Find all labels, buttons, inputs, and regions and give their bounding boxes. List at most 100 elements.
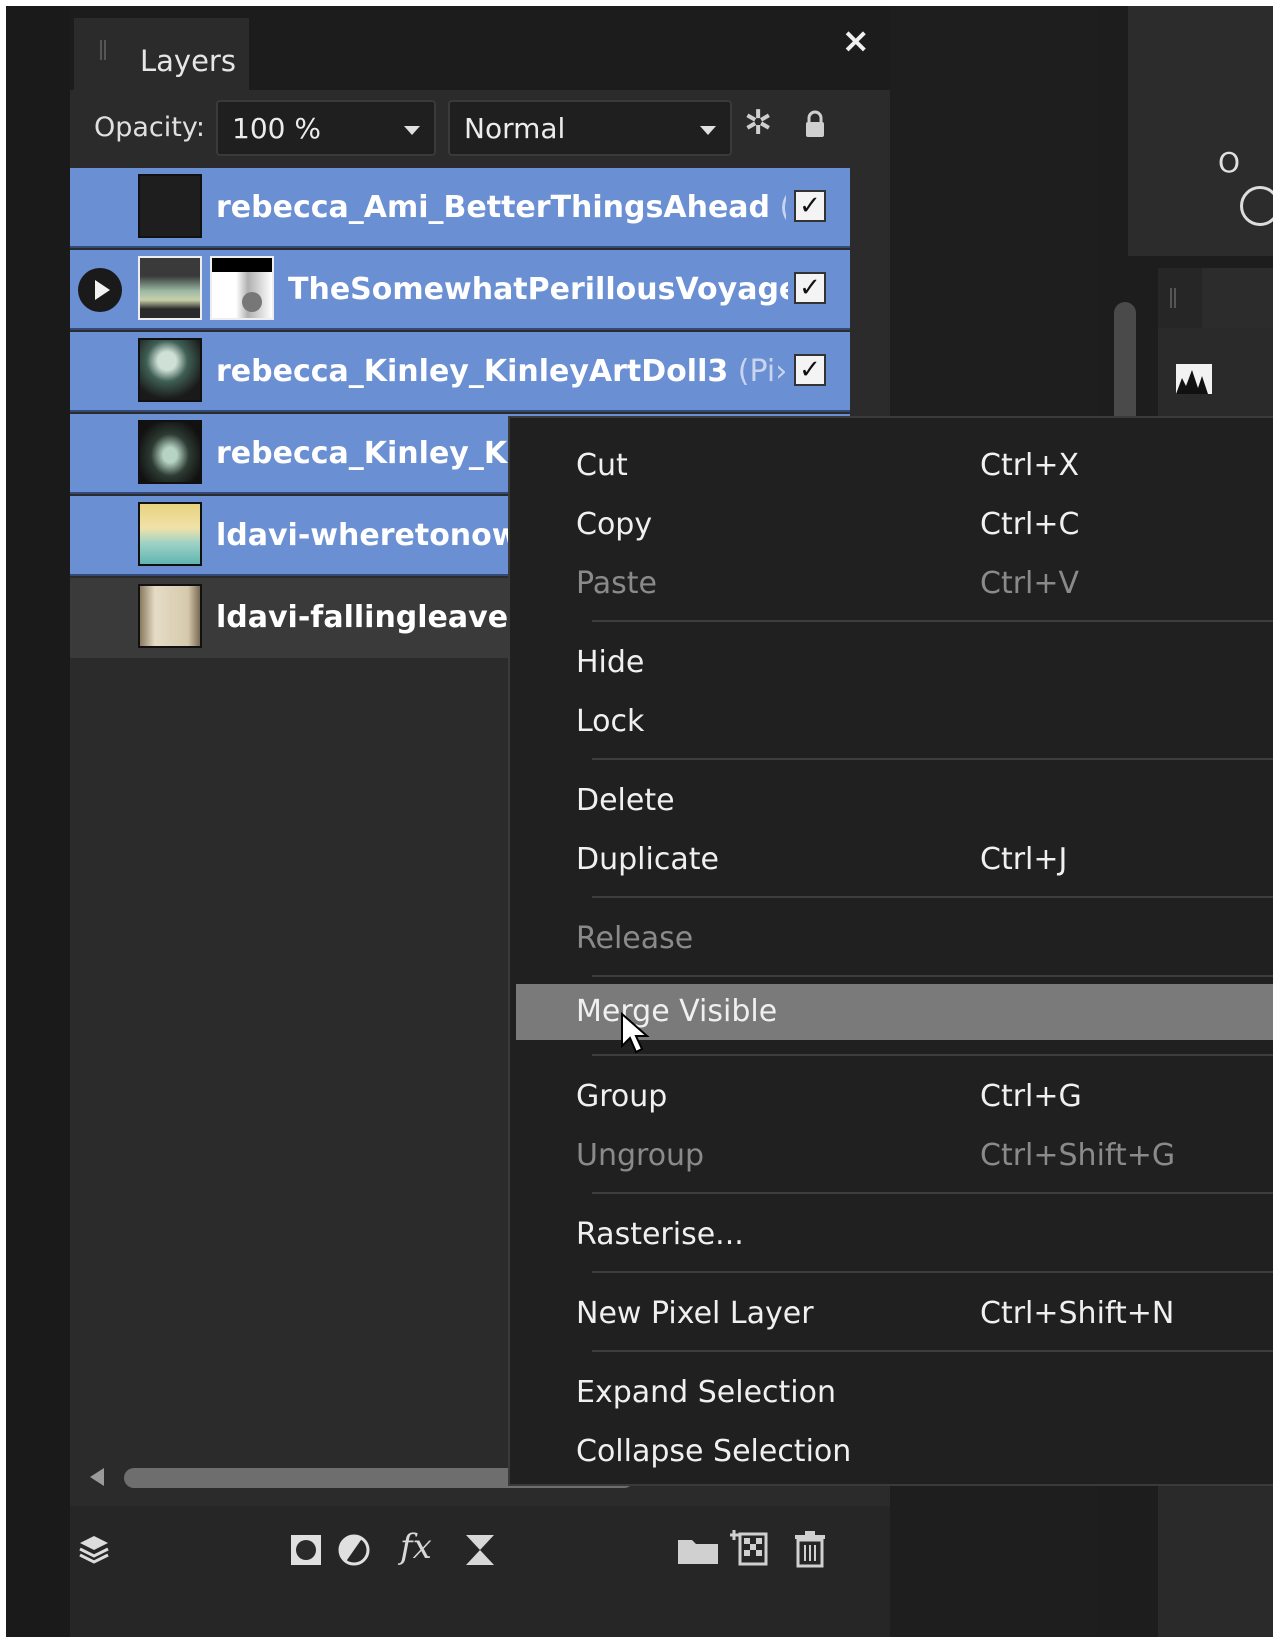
menu-separator bbox=[592, 758, 1273, 760]
visibility-checkbox[interactable]: ✓ bbox=[794, 272, 826, 304]
layer-thumbnail bbox=[138, 502, 202, 566]
menu-item-label: Hide bbox=[576, 645, 645, 680]
menu-item-shortcut: Ctrl+J bbox=[980, 842, 1068, 877]
menu-item-shortcut: Ctrl+V bbox=[980, 566, 1080, 601]
menu-item-expand-selection[interactable]: Expand Selection bbox=[510, 1365, 1273, 1421]
menu-separator bbox=[592, 620, 1273, 622]
menu-item-lock[interactable]: Lock bbox=[510, 694, 1273, 750]
layer-row[interactable]: rebecca_Ami_BetterThingsAhead ( ✓ bbox=[70, 168, 850, 248]
menu-item-shortcut: Ctrl+C bbox=[980, 507, 1080, 542]
menu-item-label: Collapse Selection bbox=[576, 1434, 852, 1469]
context-menu: Cut Ctrl+X Copy Ctrl+C Paste Ctrl+V Hide… bbox=[508, 416, 1273, 1486]
right-panel-label: O bbox=[1218, 146, 1241, 179]
mouse-cursor-icon bbox=[621, 1012, 650, 1054]
menu-item-hide[interactable]: Hide bbox=[510, 635, 1273, 691]
menu-item-delete[interactable]: Delete bbox=[510, 773, 1273, 829]
mask-band bbox=[212, 258, 272, 272]
menu-item-label: Ungroup bbox=[576, 1138, 705, 1173]
menu-item-label: Paste bbox=[576, 566, 657, 601]
opacity-value: 100 % bbox=[232, 112, 321, 145]
blend-mode-value: Normal bbox=[464, 112, 566, 145]
layers-toolbar: fx bbox=[70, 1506, 890, 1637]
layer-row[interactable]: TheSomewhatPerillousVoyagе ✓ bbox=[70, 250, 850, 330]
layer-name: ldavi-wheretonow bbox=[216, 518, 516, 553]
mask-icon[interactable] bbox=[288, 1532, 324, 1568]
left-gutter bbox=[6, 6, 70, 1637]
folder-icon[interactable] bbox=[676, 1532, 720, 1568]
menu-item-rasterise[interactable]: Rasterise... bbox=[510, 1207, 1273, 1263]
adjustment-icon[interactable] bbox=[336, 1532, 372, 1568]
menu-item-shortcut: Ctrl+X bbox=[980, 448, 1080, 483]
menu-separator bbox=[592, 896, 1273, 898]
layer-name: rebecca_Ami_BetterThingsAhead ( bbox=[216, 190, 786, 225]
menu-item-paste[interactable]: Paste Ctrl+V bbox=[510, 556, 1273, 612]
menu-item-label: Group bbox=[576, 1079, 668, 1114]
visibility-checkbox[interactable]: ✓ bbox=[794, 354, 826, 386]
right-top-panel: O bbox=[1128, 6, 1273, 256]
menu-item-label: Delete bbox=[576, 783, 675, 818]
menu-item-copy[interactable]: Copy Ctrl+C bbox=[510, 497, 1273, 553]
fx-icon[interactable]: fx bbox=[400, 1530, 432, 1564]
layer-name: TheSomewhatPerillousVoyagе bbox=[288, 272, 788, 307]
layer-thumbnail bbox=[138, 174, 202, 238]
layer-row[interactable]: rebecca_Kinley_KinleyArtDoll3 (Pi› ✓ bbox=[70, 332, 850, 412]
menu-item-duplicate[interactable]: Duplicate Ctrl+J bbox=[510, 832, 1273, 888]
layer-thumbnail bbox=[138, 420, 202, 484]
menu-item-cut[interactable]: Cut Ctrl+X bbox=[510, 438, 1273, 494]
histogram-icon bbox=[1176, 364, 1212, 394]
opacity-label: Opacity: bbox=[94, 112, 205, 143]
visibility-checkbox[interactable]: ✓ bbox=[794, 190, 826, 222]
trash-icon[interactable] bbox=[792, 1530, 828, 1568]
scroll-left-icon[interactable] bbox=[90, 1468, 104, 1486]
new-layer-icon[interactable] bbox=[730, 1528, 770, 1568]
lock-icon[interactable] bbox=[804, 110, 826, 138]
grip-icon[interactable] bbox=[1170, 288, 1176, 308]
mask-thumbnail bbox=[210, 256, 274, 320]
menu-item-shortcut: Ctrl+Shift+G bbox=[980, 1138, 1176, 1173]
close-icon[interactable]: × bbox=[842, 24, 871, 58]
layers-tab[interactable]: Layers bbox=[74, 18, 249, 90]
menu-separator bbox=[592, 975, 1273, 977]
layer-thumbnail bbox=[138, 584, 202, 648]
menu-item-shortcut: Ctrl+Shift+N bbox=[980, 1296, 1175, 1331]
layer-name: rebecca_Kinley_Ki bbox=[216, 436, 516, 471]
expand-arrow-icon[interactable] bbox=[78, 268, 122, 312]
layer-thumbnail bbox=[138, 256, 202, 320]
menu-item-label: Expand Selection bbox=[576, 1375, 836, 1410]
mask-spot bbox=[242, 292, 262, 312]
menu-item-label: Duplicate bbox=[576, 842, 719, 877]
app-window: Layers × Opacity: 100 % Normal ✲ rebecca… bbox=[6, 6, 1273, 1637]
menu-item-label: Cut bbox=[576, 448, 628, 483]
right-panel-tab-active[interactable] bbox=[1202, 268, 1273, 328]
menu-item-label: Lock bbox=[576, 704, 645, 739]
blend-mode-dropdown[interactable]: Normal bbox=[448, 100, 732, 156]
gear-icon[interactable]: ✲ bbox=[744, 106, 773, 140]
chevron-down-icon bbox=[404, 126, 420, 135]
menu-item-ungroup[interactable]: Ungroup Ctrl+Shift+G bbox=[510, 1128, 1273, 1184]
menu-item-label: Copy bbox=[576, 507, 653, 542]
menu-item-new-pixel-layer[interactable]: New Pixel Layer Ctrl+Shift+N bbox=[510, 1286, 1273, 1342]
menu-item-label: New Pixel Layer bbox=[576, 1296, 814, 1331]
menu-item-label: Release bbox=[576, 921, 694, 956]
menu-item-collapse-selection[interactable]: Collapse Selection bbox=[510, 1424, 1273, 1480]
grip-icon[interactable] bbox=[100, 40, 106, 60]
chevron-down-icon bbox=[700, 126, 716, 135]
hourglass-icon[interactable] bbox=[462, 1532, 498, 1568]
menu-separator bbox=[592, 1054, 1273, 1056]
menu-separator bbox=[592, 1271, 1273, 1273]
menu-separator bbox=[592, 1350, 1273, 1352]
layer-name: ldavi-fallingleaves bbox=[216, 600, 516, 635]
panel-title: Layers bbox=[140, 44, 236, 78]
radio-icon[interactable] bbox=[1240, 186, 1273, 226]
opacity-dropdown[interactable]: 100 % bbox=[216, 100, 436, 156]
menu-item-group[interactable]: Group Ctrl+G bbox=[510, 1069, 1273, 1125]
layer-name: rebecca_Kinley_KinleyArtDoll3 (Pi› bbox=[216, 354, 786, 389]
menu-item-shortcut: Ctrl+G bbox=[980, 1079, 1082, 1114]
layers-icon[interactable] bbox=[76, 1532, 112, 1568]
panel-tab-strip: Layers × bbox=[70, 6, 890, 90]
layer-thumbnail bbox=[138, 338, 202, 402]
menu-item-label: Rasterise... bbox=[576, 1217, 744, 1252]
menu-item-release[interactable]: Release bbox=[510, 911, 1273, 967]
menu-separator bbox=[592, 1192, 1273, 1194]
menu-item-label: Merge Visible bbox=[576, 994, 778, 1029]
